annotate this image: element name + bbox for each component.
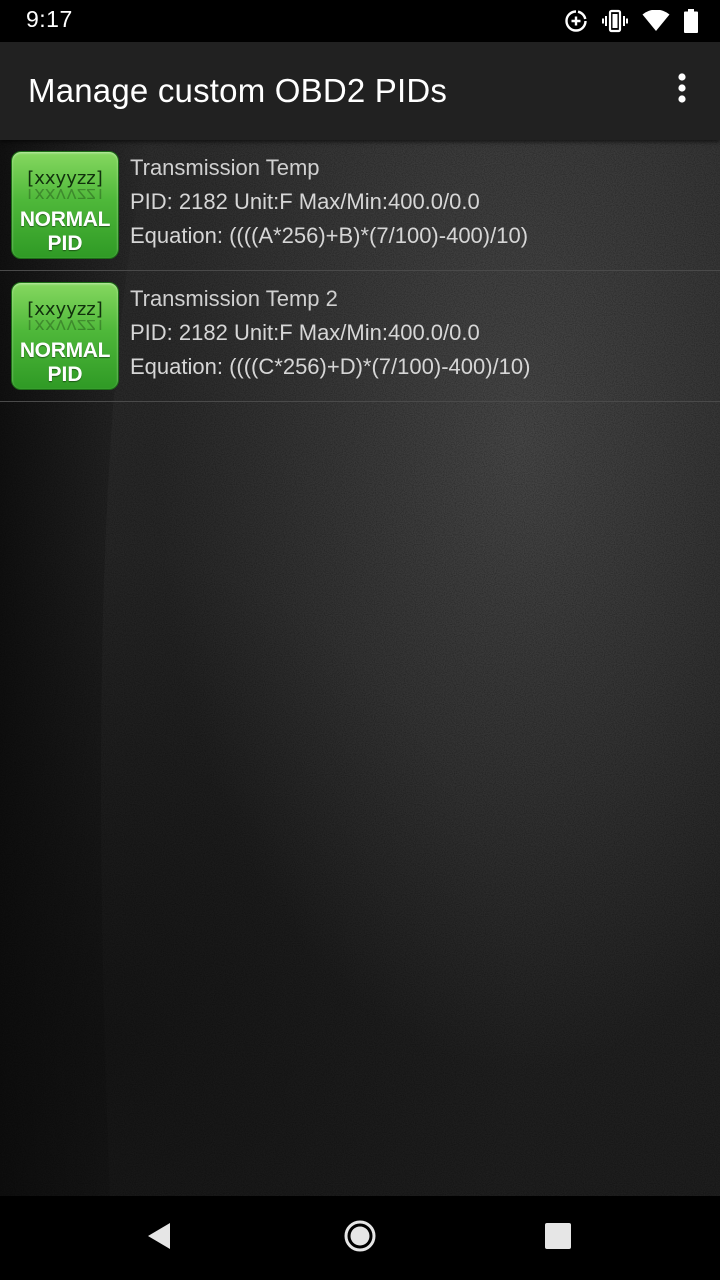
pid-list: [xxyyzz] [xxyyzz] NORMAL PID Transmissio… xyxy=(0,140,720,402)
pid-name: Transmission Temp 2 xyxy=(130,286,338,311)
app-bar: Manage custom OBD2 PIDs xyxy=(0,42,720,140)
normal-pid-icon: [xxyyzz] [xxyyzz] NORMAL PID xyxy=(11,282,119,390)
recents-button[interactable] xyxy=(534,1214,582,1262)
pid-equation: Equation: ((((A*256)+B)*(7/100)-400)/10) xyxy=(130,223,529,248)
pid-details: PID: 2182 Unit:F Max/Min:400.0/0.0 xyxy=(130,320,480,345)
pid-details: PID: 2182 Unit:F Max/Min:400.0/0.0 xyxy=(130,189,480,214)
vibrate-icon xyxy=(602,9,628,33)
pid-list-item[interactable]: [xxyyzz] [xxyyzz] NORMAL PID Transmissio… xyxy=(0,140,720,271)
screen: 9:17 Manage custom OBD2 PIDs [xxyyzz] NO… xyxy=(0,0,720,1280)
badge-code: [xxyyzz] xyxy=(27,299,103,320)
badge-code: [xxyyzz] xyxy=(27,168,103,189)
status-bar: 9:17 xyxy=(0,0,720,42)
wifi-icon xyxy=(642,10,670,32)
content-area: [xxyyzz] [xxyyzz] NORMAL PID Transmissio… xyxy=(0,140,720,1196)
home-icon xyxy=(343,1219,377,1257)
badge-label-normal: NORMAL xyxy=(19,208,111,231)
page-title: Manage custom OBD2 PIDs xyxy=(28,72,448,109)
status-time: 9:17 xyxy=(26,6,73,32)
navigation-bar xyxy=(0,1196,720,1280)
pid-equation: Equation: ((((C*256)+D)*(7/100)-400)/10) xyxy=(130,354,531,379)
recents-icon xyxy=(544,1222,572,1254)
pid-list-item[interactable]: [xxyyzz] [xxyyzz] NORMAL PID Transmissio… xyxy=(0,271,720,402)
badge-label-pid: PID xyxy=(47,363,83,386)
more-vert-icon xyxy=(677,73,687,107)
back-icon xyxy=(145,1221,173,1255)
battery-icon xyxy=(684,9,698,33)
status-icons xyxy=(564,8,698,34)
badge-code-reflection: [xxyyzz] xyxy=(12,320,118,330)
pid-name: Transmission Temp xyxy=(130,155,320,180)
back-button[interactable] xyxy=(135,1214,183,1262)
overflow-menu-button[interactable] xyxy=(662,70,702,110)
home-button[interactable] xyxy=(336,1214,384,1262)
badge-label-pid: PID xyxy=(47,232,83,255)
badge-code-reflection: [xxyyzz] xyxy=(12,189,118,199)
data-saver-icon xyxy=(564,9,588,33)
badge-label-normal: NORMAL xyxy=(19,339,111,362)
normal-pid-icon: [xxyyzz] [xxyyzz] NORMAL PID xyxy=(11,151,119,259)
